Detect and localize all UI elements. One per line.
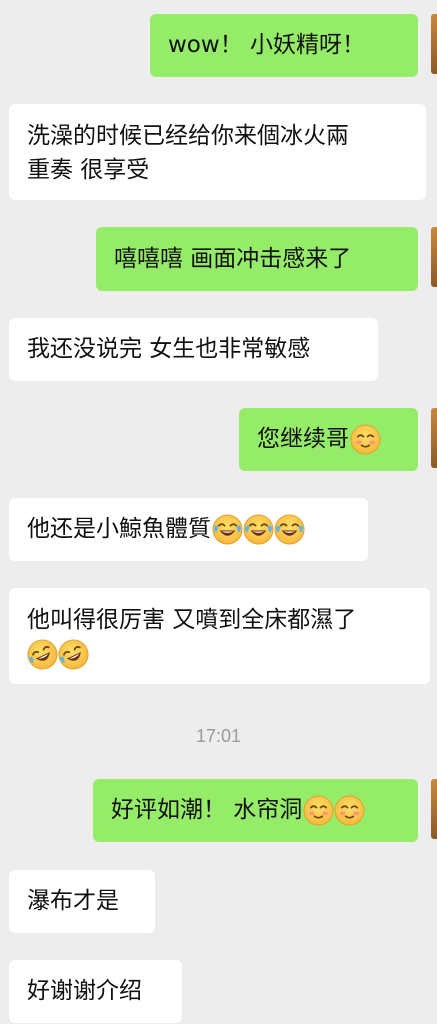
message-text: 好评如潮！ 水帘洞 — [111, 797, 303, 823]
message-text: 我还没说完 女生也非常敏感 — [27, 336, 311, 362]
blush-emoji-icon — [303, 795, 334, 826]
message-text-line: 他叫得很厉害 又噴到全床都濕了 — [27, 607, 357, 633]
message-bubble-sent[interactable]: 您继续哥 — [239, 408, 418, 471]
message-text-line: 洗澡的时候已经给你来個冰火兩 — [27, 123, 349, 149]
message-text: 瀑布才是 — [27, 888, 119, 914]
rolling-laughing-emoji-icon — [58, 639, 89, 670]
message-bubble-received[interactable]: 洗澡的时候已经给你来個冰火兩 重奏 很享受 — [9, 104, 426, 200]
message-text: 嘻嘻嘻 画面冲击感来了 — [114, 246, 352, 272]
message-bubble-received[interactable]: 瀑布才是 — [9, 870, 155, 933]
message-text-line: 重奏 很享受 — [27, 157, 150, 183]
message-bubble-received[interactable]: 我还没说完 女生也非常敏感 — [9, 318, 378, 381]
avatar[interactable] — [431, 408, 437, 468]
avatar[interactable] — [431, 227, 437, 287]
rolling-laughing-emoji-icon — [27, 639, 58, 670]
message-text: 他还是小鯨魚體質 — [27, 516, 211, 542]
message-bubble-sent[interactable]: 嘻嘻嘻 画面冲击感来了 — [96, 227, 418, 291]
message-bubble-received[interactable]: 他还是小鯨魚體質 — [9, 498, 368, 561]
message-bubble-received[interactable]: 好谢谢介绍 — [9, 960, 182, 1023]
tears-of-joy-emoji-icon — [212, 514, 243, 545]
avatar[interactable] — [431, 14, 437, 74]
avatar[interactable] — [431, 779, 437, 839]
blush-emoji-icon — [334, 795, 365, 826]
message-text: 好谢谢介绍 — [27, 978, 142, 1004]
tears-of-joy-emoji-icon — [274, 514, 305, 545]
emoji-line — [27, 637, 424, 671]
message-text: 您继续哥 — [257, 426, 349, 452]
tears-of-joy-emoji-icon — [243, 514, 274, 545]
message-text: wow！ 小妖精呀！ — [168, 32, 366, 58]
message-bubble-sent[interactable]: wow！ 小妖精呀！ — [150, 14, 418, 77]
message-bubble-sent[interactable]: 好评如潮！ 水帘洞 — [93, 779, 418, 842]
message-timestamp: 17:01 — [195, 726, 242, 746]
blush-emoji-icon — [350, 424, 381, 455]
message-bubble-received[interactable]: 他叫得很厉害 又噴到全床都濕了 — [9, 588, 430, 684]
